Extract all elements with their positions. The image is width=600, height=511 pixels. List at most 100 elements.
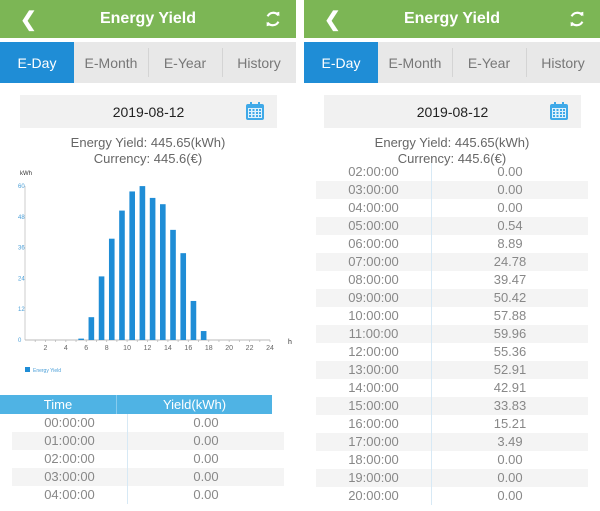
- y-tick-label: 24: [18, 276, 25, 282]
- tab-history[interactable]: History: [222, 42, 296, 83]
- tab-e-day[interactable]: E-Day: [0, 42, 74, 83]
- x-tick-label: 14: [164, 345, 172, 352]
- date-picker[interactable]: 2019-08-12: [20, 95, 277, 128]
- row-yield: 0.00: [497, 182, 523, 197]
- row-yield: 57.88: [493, 308, 527, 323]
- row-yield: 0.00: [193, 487, 219, 502]
- row-yield: 55.36: [493, 344, 527, 359]
- bar: [108, 238, 115, 340]
- x-tick-label: 16: [184, 345, 192, 352]
- row-yield: 0.54: [497, 218, 523, 233]
- page-title: Energy Yield: [99, 10, 197, 27]
- row-time: 00:00:00: [12, 414, 128, 432]
- tab-e-month[interactable]: E-Month: [74, 42, 148, 83]
- row-time: 09:00:00: [316, 289, 432, 307]
- table-body: 00:00:00 0.00 01:00:00 0.00 02:00:00 0.00 03:0…: [12, 414, 284, 504]
- row-time: 06:00:00: [316, 235, 432, 253]
- summary: Energy Yield: 445.65(kWh) Currency: 445.…: [0, 135, 296, 167]
- bar: [200, 331, 207, 340]
- table-row: 05:00:00 0.54: [316, 217, 588, 235]
- row-time: 18:00:00: [316, 451, 432, 469]
- table-row: 02:00:00 0.00: [12, 450, 284, 468]
- table-row: 03:00:00 0.00: [12, 468, 284, 486]
- col-yield: Yield(kWh): [162, 397, 227, 412]
- row-yield: 59.96: [493, 326, 527, 341]
- table-row: 02:00:00 0.00: [316, 163, 588, 181]
- row-time: 16:00:00: [316, 415, 432, 433]
- row-time: 20:00:00: [316, 487, 432, 505]
- tab-e-year[interactable]: E-Year: [148, 42, 222, 83]
- legend-swatch: [25, 367, 30, 372]
- legend-label: Energy Yield: [33, 368, 61, 374]
- table-row: 18:00:00 0.00: [316, 451, 588, 469]
- x-tick-label: 8: [105, 345, 109, 352]
- row-time: 03:00:00: [316, 181, 432, 199]
- row-time: 13:00:00: [316, 361, 432, 379]
- table-row: 04:00:00 0.00: [316, 199, 588, 217]
- table-row: 12:00:00 55.36: [316, 343, 588, 361]
- row-time: 04:00:00: [12, 486, 128, 504]
- y-tick-label: 36: [18, 246, 25, 252]
- row-yield: 0.00: [193, 415, 219, 430]
- row-time: 11:00:00: [316, 325, 432, 343]
- bar: [88, 317, 95, 340]
- x-tick-label: 20: [225, 345, 233, 352]
- row-time: 02:00:00: [316, 163, 432, 181]
- row-time: 19:00:00: [316, 469, 432, 487]
- x-tick-label: 22: [246, 345, 254, 352]
- tab-bar: E-Day E-Month E-Year History: [304, 42, 600, 83]
- table-row: 08:00:00 39.47: [316, 271, 588, 289]
- row-yield: 50.42: [493, 290, 527, 305]
- row-yield: 0.00: [497, 470, 523, 485]
- bar: [119, 210, 125, 340]
- energy-yield-total: Energy Yield: 445.65(kWh): [70, 135, 226, 150]
- top-bar: ❮ Energy Yield: [0, 0, 296, 38]
- date-value: 2019-08-12: [112, 103, 185, 120]
- tab-e-day[interactable]: E-Day: [304, 42, 378, 83]
- row-time: 03:00:00: [12, 468, 128, 486]
- tab-bar: E-Day E-Month E-Year History: [0, 42, 296, 83]
- calendar-icon[interactable]: [549, 101, 569, 121]
- currency-total: Currency: 445.6(€): [93, 151, 203, 166]
- row-yield: 3.49: [497, 434, 523, 449]
- table-row: 19:00:00 0.00: [316, 469, 588, 487]
- row-yield: 0.00: [193, 433, 219, 448]
- row-time: 04:00:00: [316, 199, 432, 217]
- x-tick-label: 12: [144, 345, 152, 352]
- row-yield: 0.00: [497, 164, 523, 179]
- chevron-left-icon[interactable]: ❮: [324, 7, 341, 32]
- row-yield: 0.00: [497, 452, 523, 467]
- table-row: 06:00:00 8.89: [316, 235, 588, 253]
- date-picker[interactable]: 2019-08-12: [324, 95, 581, 128]
- row-yield: 0.00: [497, 488, 523, 503]
- row-yield: 39.47: [493, 272, 527, 287]
- tab-history[interactable]: History: [526, 42, 600, 83]
- col-time: Time: [0, 395, 117, 414]
- row-yield: 33.83: [493, 398, 527, 413]
- x-tick-label: 6: [84, 345, 88, 352]
- table-row: 11:00:00 59.96: [316, 325, 588, 343]
- row-time: 07:00:00: [316, 253, 432, 271]
- table-header: Time Yield(kWh): [0, 395, 272, 414]
- table-body: 02:00:00 0.00 03:00:00 0.00 04:00:00 0.00 05:0…: [316, 163, 588, 505]
- y-axis-label: kWh: [20, 171, 32, 177]
- y-tick-label: 12: [18, 307, 25, 313]
- y-tick-label: 48: [18, 215, 25, 221]
- bar: [129, 191, 135, 340]
- x-tick-label: 18: [205, 345, 213, 352]
- row-yield: 24.78: [493, 254, 527, 269]
- chevron-left-icon[interactable]: ❮: [20, 7, 37, 32]
- tab-e-year[interactable]: E-Year: [452, 42, 526, 83]
- calendar-icon[interactable]: [245, 101, 265, 121]
- bar: [149, 197, 156, 340]
- row-yield: 0.00: [193, 469, 219, 484]
- refresh-icon[interactable]: [264, 10, 282, 28]
- tab-e-month[interactable]: E-Month: [378, 42, 452, 83]
- table-row: 13:00:00 52.91: [316, 361, 588, 379]
- bar: [78, 338, 84, 340]
- x-tick-label: 10: [123, 345, 131, 352]
- table-row: 03:00:00 0.00: [316, 181, 588, 199]
- y-tick-label: 0: [18, 338, 22, 344]
- table-row: 20:00:00 0.00: [316, 487, 588, 505]
- refresh-icon[interactable]: [568, 10, 586, 28]
